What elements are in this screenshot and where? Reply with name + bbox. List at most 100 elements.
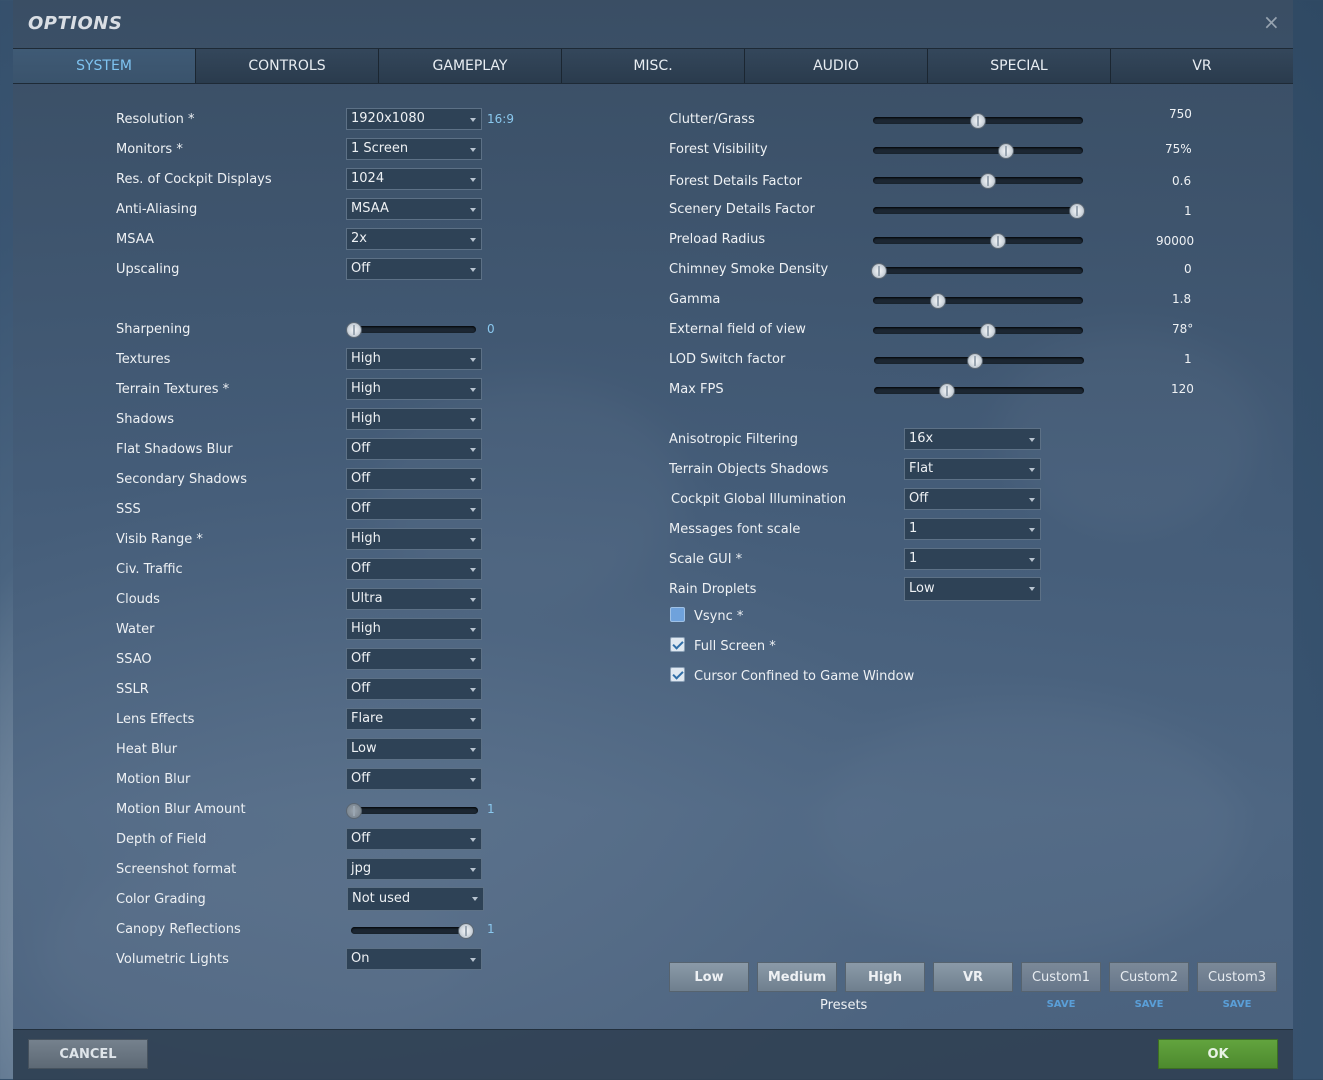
preset-custom1-button[interactable]: Custom1 [1021,962,1101,992]
scenery-details-slider[interactable] [873,201,1085,221]
flat-shadows-blur-dropdown[interactable]: Off [346,438,482,460]
lens-effects-dropdown[interactable]: Flare [346,708,482,730]
slider-thumb[interactable] [871,263,887,279]
preset-low-button[interactable]: Low [669,962,749,992]
external-fov-slider[interactable] [873,321,1083,341]
vsync-checkbox[interactable] [670,607,685,622]
cockpit-res-dropdown[interactable]: 1024 [346,168,482,190]
cockpit-gi-dropdown[interactable]: Off [904,488,1041,510]
terrain-textures-dropdown[interactable]: High [346,378,482,400]
msaa-label: MSAA [116,232,154,247]
slider-thumb[interactable] [967,353,984,369]
chevron-down-icon [470,688,476,692]
slider-thumb[interactable] [458,923,474,939]
slider-thumb[interactable] [939,383,956,399]
slider-thumb[interactable] [930,293,947,309]
forest-visibility-slider[interactable] [873,141,1083,161]
chimney-smoke-slider[interactable] [871,261,1083,281]
motion-blur-amount-value: 1 [487,802,495,816]
lens-effects-label: Lens Effects [116,712,195,727]
msaa-dropdown[interactable]: 2x [346,228,482,250]
slider-thumb[interactable] [970,113,986,129]
close-icon[interactable]: × [1263,12,1280,32]
water-dropdown[interactable]: High [346,618,482,640]
slider-thumb[interactable] [979,323,996,339]
cancel-button[interactable]: CANCEL [28,1039,148,1069]
visib-range-dropdown[interactable]: High [346,528,482,550]
motion-blur-amount-slider[interactable] [346,801,478,821]
tab-vr[interactable]: VR [1111,49,1293,83]
cursor-confined-checkbox[interactable] [670,667,685,682]
slider-track [873,147,1083,154]
depth-of-field-dropdown[interactable]: Off [346,828,482,850]
sslr-value: Off [351,681,371,696]
chevron-down-icon [470,598,476,602]
slider-thumb[interactable] [989,233,1006,249]
tab-misc[interactable]: MISC. [562,49,745,83]
textures-label: Textures [116,352,171,367]
vsync-label: Vsync * [694,609,744,624]
terrain-object-shadows-dropdown[interactable]: Flat [904,458,1041,480]
max-fps-slider[interactable] [874,381,1084,401]
scale-gui-dropdown[interactable]: 1 [904,548,1041,570]
color-grading-dropdown[interactable]: Not used [347,887,484,911]
gamma-slider[interactable] [873,291,1083,311]
anisotropic-dropdown[interactable]: 16x [904,428,1041,450]
preset-high-button[interactable]: High [845,962,925,992]
civ-traffic-label: Civ. Traffic [116,562,183,577]
volumetric-lights-dropdown[interactable]: On [346,948,482,970]
msaa-value: 2x [351,231,367,246]
motion-blur-value: Off [351,771,371,786]
preset-custom2-button[interactable]: Custom2 [1109,962,1189,992]
lod-switch-slider[interactable] [874,351,1084,371]
preset-custom3-button[interactable]: Custom3 [1197,962,1277,992]
sss-dropdown[interactable]: Off [346,498,482,520]
slider-thumb[interactable] [997,143,1014,159]
shadows-dropdown[interactable]: High [346,408,482,430]
sharpening-slider[interactable] [346,320,476,340]
forest-details-slider[interactable] [873,171,1083,191]
motion-blur-dropdown[interactable]: Off [346,768,482,790]
slider-thumb[interactable] [346,322,362,338]
anti-aliasing-value: MSAA [351,201,389,216]
slider-thumb[interactable] [979,173,996,189]
sslr-dropdown[interactable]: Off [346,678,482,700]
monitors-dropdown[interactable]: 1 Screen [346,138,482,160]
preload-radius-slider[interactable] [873,231,1083,251]
clutter-value: 750 [1169,107,1192,121]
terrain-object-shadows-label: Terrain Objects Shadows [669,462,829,477]
footer-bar [13,1029,1293,1080]
screenshot-format-dropdown[interactable]: jpg [346,858,482,880]
chimney-smoke-value: 0 [1184,262,1192,276]
civ-traffic-dropdown[interactable]: Off [346,558,482,580]
anti-aliasing-dropdown[interactable]: MSAA [346,198,482,220]
upscaling-dropdown[interactable]: Off [346,258,482,280]
tab-audio[interactable]: AUDIO [745,49,928,83]
canopy-reflections-slider[interactable] [351,921,474,941]
slider-thumb[interactable] [346,803,362,819]
preset-medium-button[interactable]: Medium [757,962,837,992]
terrain-textures-label: Terrain Textures * [116,382,230,397]
full-screen-checkbox[interactable] [670,637,685,652]
ok-button[interactable]: OK [1158,1039,1278,1069]
save-custom2-link[interactable]: SAVE [1109,999,1189,1010]
chevron-down-icon [1029,528,1035,532]
heat-blur-dropdown[interactable]: Low [346,738,482,760]
tab-gameplay[interactable]: GAMEPLAY [379,49,562,83]
ssao-dropdown[interactable]: Off [346,648,482,670]
resolution-dropdown[interactable]: 1920x1080 [346,108,482,130]
tab-special[interactable]: SPECIAL [928,49,1111,83]
tab-system[interactable]: SYSTEM [13,49,196,83]
rain-droplets-dropdown[interactable]: Low [904,577,1041,601]
save-custom3-link[interactable]: SAVE [1197,999,1277,1010]
clutter-slider[interactable] [873,111,1083,131]
tab-controls[interactable]: CONTROLS [196,49,379,83]
messages-font-scale-dropdown[interactable]: 1 [904,518,1041,540]
secondary-shadows-dropdown[interactable]: Off [346,468,482,490]
sss-value: Off [351,501,371,516]
clouds-dropdown[interactable]: Ultra [346,588,482,610]
slider-thumb[interactable] [1069,203,1085,219]
textures-dropdown[interactable]: High [346,348,482,370]
preset-vr-button[interactable]: VR [933,962,1013,992]
save-custom1-link[interactable]: SAVE [1021,999,1101,1010]
